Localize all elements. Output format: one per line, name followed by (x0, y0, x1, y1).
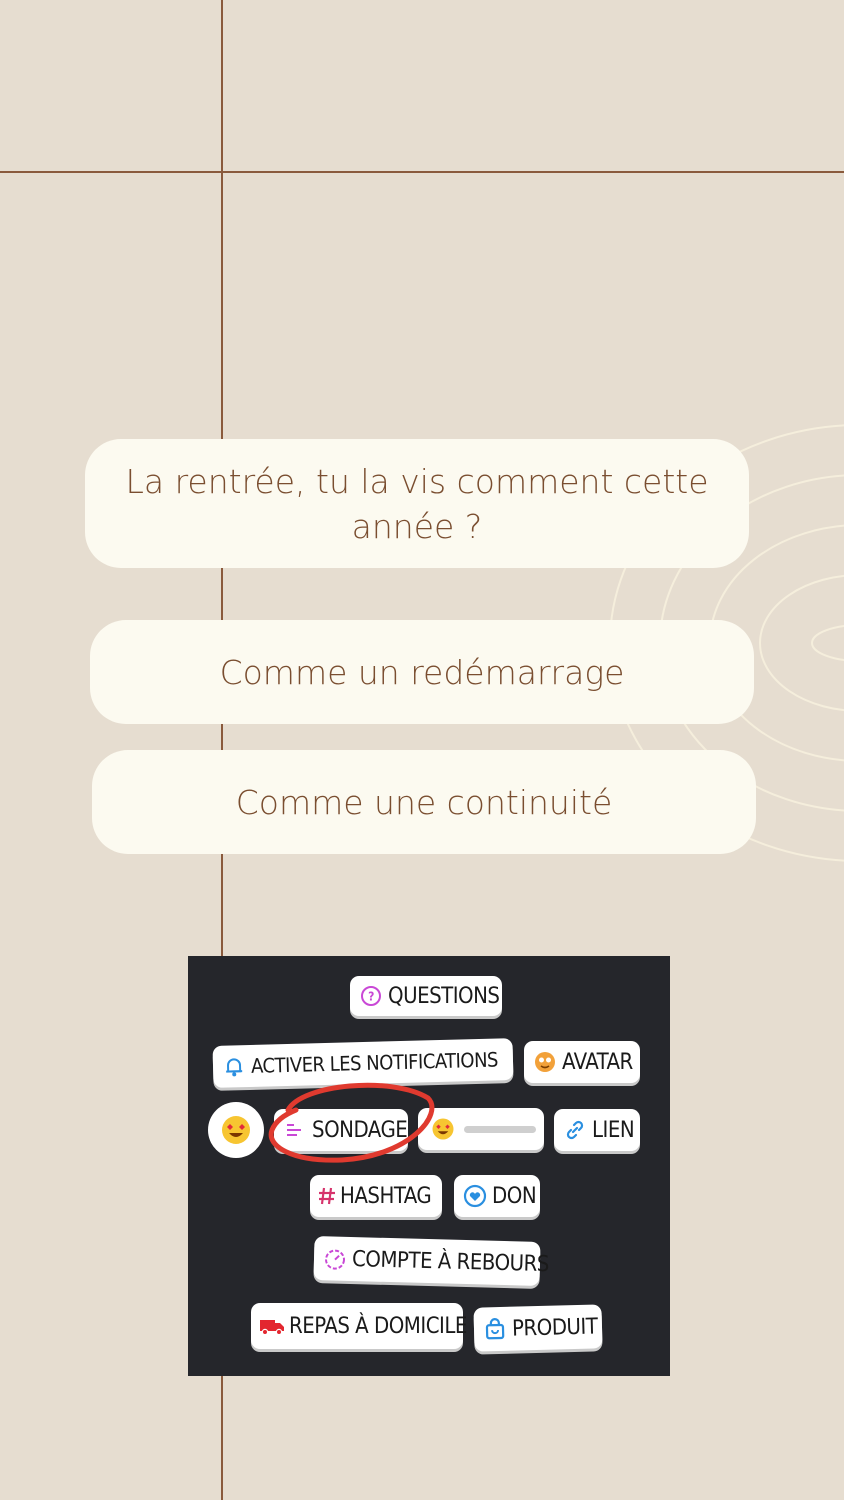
produit-label: PRODUIT (511, 1313, 598, 1342)
slider-track[interactable] (464, 1125, 536, 1133)
poll-option-2-label: Comme une continuité (235, 782, 613, 822)
don-label: DON (492, 1183, 537, 1209)
svg-text:?: ? (368, 990, 374, 1004)
sondage-sticker[interactable]: SONDAGE (274, 1109, 408, 1151)
notifications-label: ACTIVER LES NOTIFICATIONS (250, 1047, 499, 1078)
don-sticker[interactable]: DON (454, 1175, 540, 1217)
sondage-label: SONDAGE (312, 1117, 408, 1143)
shopping-bag-icon (482, 1316, 509, 1343)
heart-eyes-emoji-icon (430, 1116, 456, 1142)
avatar-face-icon (532, 1049, 558, 1075)
link-icon (562, 1117, 588, 1143)
notifications-sticker[interactable]: ACTIVER LES NOTIFICATIONS (212, 1038, 514, 1088)
hash-icon (318, 1183, 336, 1209)
repas-label: REPAS À DOMICILE (289, 1313, 467, 1339)
timer-icon (322, 1245, 349, 1272)
poll-option-2[interactable]: Comme une continuité (92, 750, 756, 854)
emoji-slider-sticker[interactable] (418, 1108, 544, 1150)
hashtag-label: HASHTAG (340, 1183, 432, 1209)
countdown-sticker[interactable]: COMPTE À REBOURS (313, 1236, 549, 1286)
sticker-tray: ? QUESTIONS ACTIVER LES NOTIFICATIONS AV… (188, 956, 670, 1376)
avatar-sticker[interactable]: AVATAR (524, 1041, 640, 1083)
hashtag-sticker[interactable]: HASHTAG (310, 1175, 442, 1217)
lien-label: LIEN (592, 1117, 635, 1143)
poll-option-1-label: Comme un redémarrage (219, 652, 625, 692)
heart-donation-icon (462, 1183, 488, 1209)
heart-eyes-emoji-icon (222, 1116, 250, 1144)
emoji-sticker[interactable] (208, 1102, 264, 1158)
questions-label: QUESTIONS (388, 983, 500, 1009)
questions-sticker[interactable]: ? QUESTIONS (350, 976, 502, 1016)
poll-question-card: La rentrée, tu la vis comment cette anné… (85, 439, 749, 568)
horizontal-guide-line (0, 171, 844, 173)
poll-bars-icon (282, 1117, 308, 1143)
repas-sticker[interactable]: REPAS À DOMICILE (251, 1303, 467, 1349)
poll-question-text: La rentrée, tu la vis comment cette anné… (125, 461, 709, 546)
countdown-label: COMPTE À REBOURS (351, 1246, 550, 1277)
lien-sticker[interactable]: LIEN (554, 1109, 640, 1151)
avatar-label: AVATAR (562, 1049, 633, 1075)
question-bubble-icon: ? (358, 983, 384, 1009)
delivery-truck-icon (259, 1313, 285, 1339)
bell-icon (221, 1053, 248, 1080)
poll-option-1[interactable]: Comme un redémarrage (90, 620, 754, 724)
produit-sticker[interactable]: PRODUIT (473, 1304, 603, 1352)
